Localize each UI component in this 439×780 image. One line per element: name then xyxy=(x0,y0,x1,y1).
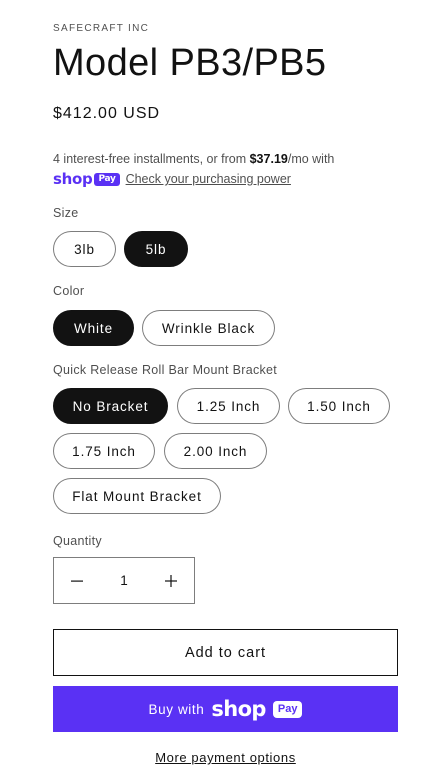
shop-pay-logo-pill: Pay xyxy=(94,172,120,186)
installments-text: 4 interest-free installments, or from $3… xyxy=(53,150,398,168)
shop-pay-logo-word: shop xyxy=(211,697,266,721)
product-title: Model PB3/PB5 xyxy=(53,42,327,84)
buy-with-label: Buy with xyxy=(148,701,205,717)
add-to-cart-button[interactable]: Add to cart xyxy=(53,629,398,676)
size-option-3lb[interactable]: 3lb xyxy=(53,231,116,267)
shop-pay-row: shop Pay Check your purchasing power xyxy=(53,170,291,188)
size-label: Size xyxy=(53,206,79,220)
product-price: $412.00 USD xyxy=(53,105,161,122)
installments-suffix: /mo with xyxy=(287,152,335,166)
quantity-decrease-button[interactable] xyxy=(54,558,100,603)
purchasing-power-link[interactable]: Check your purchasing power xyxy=(126,172,291,186)
minus-icon xyxy=(71,580,83,582)
installments-prefix: 4 interest-free installments, or from xyxy=(53,152,250,166)
shop-pay-logo-pill: Pay xyxy=(272,700,303,718)
quantity-input[interactable]: 1 xyxy=(100,573,148,588)
bracket-option-no-bracket[interactable]: No Bracket xyxy=(53,388,168,424)
color-option-white[interactable]: White xyxy=(53,310,134,346)
bracket-option-2-00-inch[interactable]: 2.00 Inch xyxy=(164,433,267,469)
shop-pay-logo: shop Pay xyxy=(53,170,120,188)
quantity-stepper: 1 xyxy=(53,557,195,604)
color-option-wrinkle-black[interactable]: Wrinkle Black xyxy=(142,310,275,346)
quantity-increase-button[interactable] xyxy=(148,558,194,603)
shop-pay-logo-word: shop xyxy=(53,170,93,188)
installments-amount: $37.19 xyxy=(249,152,288,166)
bracket-option-flat-mount[interactable]: Flat Mount Bracket xyxy=(53,478,221,514)
bracket-option-1-75-inch[interactable]: 1.75 Inch xyxy=(53,433,155,469)
bracket-label: Quick Release Roll Bar Mount Bracket xyxy=(53,363,278,377)
plus-icon xyxy=(165,574,177,587)
bracket-option-1-25-inch[interactable]: 1.25 Inch xyxy=(177,388,280,424)
more-payment-options: More payment options xyxy=(53,750,398,765)
buy-with-shop-pay-button[interactable]: Buy with shop Pay xyxy=(53,686,398,732)
quantity-label: Quantity xyxy=(53,534,102,548)
size-option-5lb[interactable]: 5lb xyxy=(124,231,188,267)
color-label: Color xyxy=(53,284,85,298)
more-payment-options-link[interactable]: More payment options xyxy=(155,750,296,765)
bracket-option-1-50-inch[interactable]: 1.50 Inch xyxy=(288,388,390,424)
product-vendor: SAFECRAFT INC xyxy=(53,23,150,34)
